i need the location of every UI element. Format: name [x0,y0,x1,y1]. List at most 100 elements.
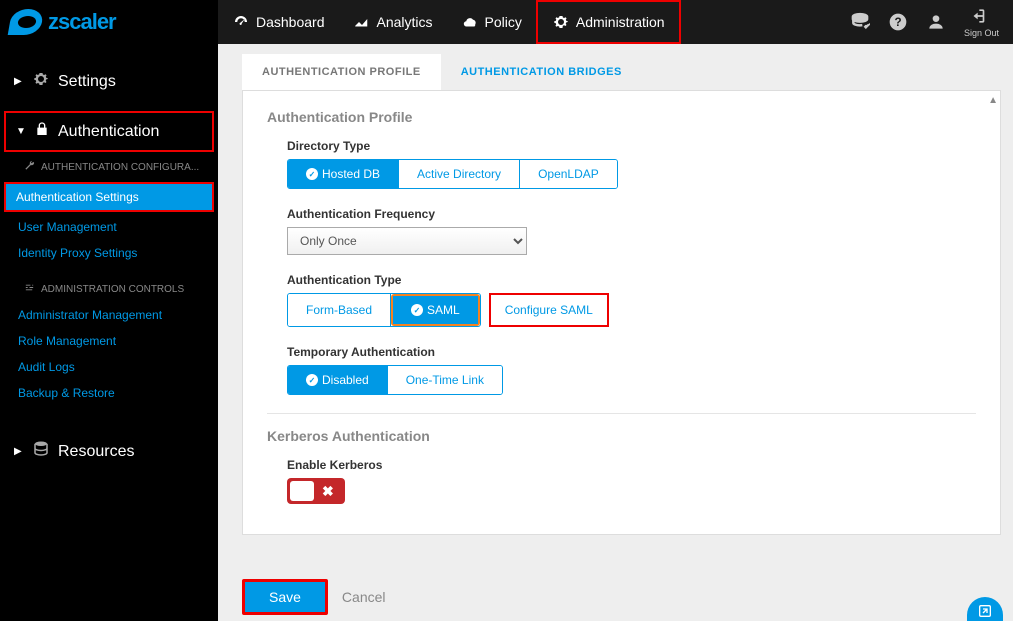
chevron-right-icon: ▶ [14,76,24,87]
content-tabs: AUTHENTICATION PROFILE AUTHENTICATION BR… [242,54,1001,90]
toggle-knob [290,481,314,501]
nav-dashboard-label: Dashboard [256,14,325,30]
option-openldap[interactable]: OpenLDAP [520,160,617,188]
sidebar-item-label: Role Management [18,334,116,348]
sidebar-item-backup-restore[interactable]: Backup & Restore [0,380,218,406]
cloud-icon [461,13,479,31]
nav-dashboard[interactable]: Dashboard [218,0,339,44]
sidebar: ▶ Settings ▼ Authentication AUTHENTICATI… [0,44,218,621]
nav-administration[interactable]: Administration [536,0,681,44]
main-content: AUTHENTICATION PROFILE AUTHENTICATION BR… [218,44,1013,621]
nav-analytics[interactable]: Analytics [339,0,447,44]
option-one-time-link[interactable]: One-Time Link [388,366,502,394]
sidebar-auth-config-head: AUTHENTICATION CONFIGURA... [0,152,218,180]
tab-auth-bridges[interactable]: AUTHENTICATION BRIDGES [441,54,642,90]
sidebar-item-identity-proxy[interactable]: Identity Proxy Settings [0,240,218,266]
nav-policy[interactable]: Policy [447,0,536,44]
sliders-icon [24,282,35,296]
sidebar-authentication[interactable]: ▼ Authentication [4,111,214,152]
option-form-based[interactable]: Form-Based [288,294,391,326]
gears-icon [552,13,570,31]
kerberos-group: Enable Kerberos ✖ [287,458,976,506]
sidebar-item-audit-logs[interactable]: Audit Logs [0,354,218,380]
temp-auth-label: Temporary Authentication [287,345,976,359]
sidebar-auth-config-label: AUTHENTICATION CONFIGURA... [41,162,199,173]
option-disabled[interactable]: ✓ Disabled [288,366,388,394]
svg-text:?: ? [894,16,901,29]
directory-type-group: Directory Type ✓ Hosted DB Active Direct… [287,139,976,189]
gauge-icon [232,13,250,31]
brand-name: zscaler [48,9,116,35]
sidebar-item-auth-settings[interactable]: Authentication Settings [4,182,214,212]
cancel-label: Cancel [342,589,386,605]
check-icon: ✓ [306,168,318,180]
expand-icon [977,603,993,619]
sidebar-admin-controls-label: ADMINISTRATION CONTROLS [41,284,184,295]
sidebar-item-label: Backup & Restore [18,386,115,400]
top-nav: Dashboard Analytics Policy Administratio… [218,0,681,44]
option-label: Active Directory [417,167,501,181]
sidebar-resources[interactable]: ▶ Resources [0,430,218,473]
signout-button[interactable]: Sign Out [964,6,999,38]
sidebar-item-label: Administrator Management [18,308,162,322]
header-actions: ? Sign Out [850,0,1013,44]
link-label: Configure SAML [505,303,593,317]
logo-icon [8,9,45,35]
section-divider [267,413,976,414]
auth-frequency-label: Authentication Frequency [287,207,976,221]
kerberos-label: Enable Kerberos [287,458,976,472]
db-check-icon[interactable] [850,12,870,32]
option-active-directory[interactable]: Active Directory [399,160,520,188]
option-label: Hosted DB [322,167,380,181]
save-label: Save [269,589,301,605]
sidebar-settings[interactable]: ▶ Settings [0,60,218,103]
nav-analytics-label: Analytics [377,14,433,30]
auth-type-group: Authentication Type Form-Based ✓ SAML [287,273,976,327]
sidebar-authentication-label: Authentication [58,123,159,141]
brand-logo: zscaler [0,0,218,44]
chevron-down-icon: ▼ [16,126,26,137]
scroll-up-icon[interactable]: ▲ [988,95,998,106]
sidebar-item-label: Audit Logs [18,360,75,374]
chart-line-icon [353,13,371,31]
auth-frequency-select[interactable]: Only Once [287,227,527,255]
profile-panel: ▲ Authentication Profile Directory Type … [242,90,1001,535]
help-icon[interactable]: ? [888,12,908,32]
user-icon[interactable] [926,12,946,32]
tab-label: AUTHENTICATION BRIDGES [461,66,622,78]
option-label: One-Time Link [406,373,484,387]
app-header: zscaler Dashboard Analytics Policy Admin… [0,0,1013,44]
nav-policy-label: Policy [485,14,522,30]
option-saml[interactable]: ✓ SAML [393,296,478,324]
auth-type-label: Authentication Type [287,273,976,287]
configure-saml-link[interactable]: Configure SAML [489,293,609,327]
sidebar-item-label: Authentication Settings [16,190,139,204]
sidebar-item-user-mgmt[interactable]: User Management [0,214,218,240]
lock-icon [34,121,50,142]
sidebar-item-admin-mgmt[interactable]: Administrator Management [0,302,218,328]
floating-action-button[interactable] [967,597,1003,621]
footer-actions: Save Cancel [242,579,386,615]
option-label: Form-Based [306,303,372,317]
tab-auth-profile[interactable]: AUTHENTICATION PROFILE [242,54,441,90]
sidebar-settings-label: Settings [58,73,116,91]
check-icon: ✓ [411,304,423,316]
option-label: OpenLDAP [538,167,599,181]
kerberos-toggle[interactable]: ✖ [287,478,345,504]
directory-type-label: Directory Type [287,139,976,153]
signout-label: Sign Out [964,28,999,38]
chevron-right-icon: ▶ [14,446,24,457]
sidebar-resources-label: Resources [58,443,134,461]
kerberos-heading: Kerberos Authentication [267,428,976,444]
cancel-button[interactable]: Cancel [342,589,386,605]
check-icon: ✓ [306,374,318,386]
option-hosted-db[interactable]: ✓ Hosted DB [288,160,399,188]
sidebar-item-label: User Management [18,220,117,234]
saml-highlight-ring: ✓ SAML [391,294,480,326]
database-icon [32,440,50,463]
directory-type-options: ✓ Hosted DB Active Directory OpenLDAP [287,159,618,189]
profile-heading: Authentication Profile [267,109,976,125]
sidebar-item-role-mgmt[interactable]: Role Management [0,328,218,354]
save-button[interactable]: Save [242,579,328,615]
gear-icon [32,70,50,93]
